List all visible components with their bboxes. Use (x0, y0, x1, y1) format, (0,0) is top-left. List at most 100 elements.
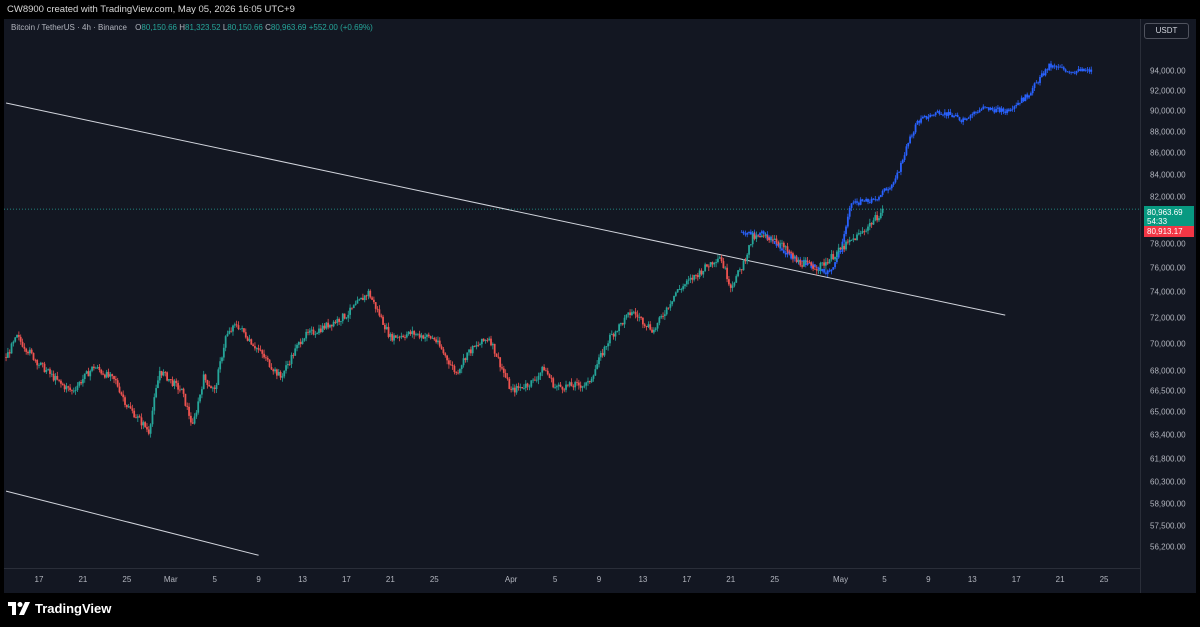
price-candle (576, 382, 578, 383)
price-candle (424, 336, 427, 339)
time-tick-label: 9 (926, 575, 931, 584)
price-candle (261, 350, 264, 354)
projection-candle (964, 118, 966, 120)
price-candle (349, 307, 351, 315)
projection-candle (1002, 108, 1005, 112)
price-candle (706, 264, 708, 267)
price-candle (784, 246, 787, 248)
price-candle (78, 382, 81, 386)
price-candle (775, 238, 778, 242)
price-candle (792, 253, 794, 259)
price-candle (347, 314, 350, 318)
chart-panel: Bitcoin / TetherUS · 4h · Binance O80,15… (4, 19, 1196, 593)
price-candle (179, 389, 181, 391)
price-candle (766, 235, 769, 238)
projection-candle (980, 109, 983, 111)
price-candle (806, 260, 809, 263)
price-candle (248, 339, 251, 341)
price-candle (828, 259, 831, 264)
price-candle (356, 300, 359, 304)
projection-candle (749, 231, 752, 235)
projection-candle (1088, 69, 1091, 72)
price-candle (751, 234, 754, 245)
price-candle (857, 233, 860, 235)
price-candle (693, 274, 696, 280)
time-axis[interactable]: 17 21 25 Mar 5 9 13 17 21 25 Apr 5 9 13 17 21 25 May 5 9 13 1… (4, 568, 1140, 594)
projection-candle (918, 120, 921, 123)
price-candle (504, 372, 507, 378)
time-tick-label: 21 (385, 575, 395, 584)
chart-area[interactable] (4, 19, 1140, 568)
price-candle (755, 235, 758, 239)
price-candle (609, 334, 611, 344)
price-candle (147, 429, 150, 434)
projection-candle (1066, 71, 1069, 73)
price-candle (515, 386, 518, 393)
low-value: 80,150.66 (227, 23, 263, 32)
price-candle (488, 338, 491, 341)
price-candle (413, 330, 416, 335)
price-candle (429, 336, 432, 339)
price-candle (762, 235, 765, 237)
price-candle (438, 340, 441, 347)
price-candle (841, 245, 844, 250)
price-candle (352, 305, 355, 308)
price-candle (358, 299, 361, 301)
price-tick-label: 82,000.00 (1150, 192, 1186, 202)
projection-candle (856, 201, 858, 203)
price-candle (735, 276, 738, 283)
price-candle (475, 345, 478, 347)
price-candle (61, 383, 64, 385)
price-candle (459, 369, 461, 373)
price-candle (565, 384, 567, 390)
price-candle (519, 387, 522, 388)
projection-candle (843, 234, 846, 242)
price-candle (263, 353, 265, 358)
projection-candle (775, 243, 778, 246)
price-candle (843, 245, 846, 250)
price-tick-label: 66,500.00 (1150, 386, 1186, 396)
price-candle (385, 326, 388, 330)
price-candle (524, 383, 527, 389)
price-candle (642, 317, 644, 325)
projection-candle (870, 198, 873, 203)
price-chart[interactable] (4, 19, 1140, 568)
projection-candle (960, 120, 963, 122)
price-candle (868, 223, 871, 227)
projection-candle (896, 172, 899, 179)
price-candle (713, 262, 716, 265)
price-axis[interactable]: 56,200.00 57,500.00 58,900.00 60,300.00 61,8… (1140, 19, 1197, 593)
price-candle (418, 333, 421, 338)
price-candle (329, 324, 331, 328)
price-tick-label: 94,000.00 (1150, 66, 1186, 76)
projection-candle (1006, 109, 1008, 114)
price-candle (614, 331, 617, 337)
projection-candle (1075, 70, 1078, 74)
price-candle (599, 352, 602, 358)
price-candle (72, 390, 75, 392)
projection-candle (748, 231, 750, 233)
price-candle (219, 361, 222, 370)
prev-price-tag: 80,913.17 (1144, 226, 1194, 237)
projection-candle (1018, 102, 1021, 104)
price-candle (460, 365, 463, 370)
price-candle (559, 384, 562, 387)
projection-candle (1064, 69, 1067, 72)
projection-candle (892, 182, 895, 185)
price-candle (17, 335, 20, 337)
price-candle (23, 346, 26, 349)
price-candle (592, 375, 595, 379)
price-candle (217, 369, 220, 385)
projection-candle (954, 114, 957, 117)
price-candle (415, 334, 417, 336)
price-candle (555, 386, 558, 388)
price-candle (451, 364, 454, 367)
price-candle (270, 366, 273, 370)
price-candle (226, 333, 229, 337)
projection-candle (951, 114, 954, 118)
price-candle (825, 262, 827, 266)
projection-candle (883, 188, 886, 191)
trendline-2 (5, 490, 259, 556)
projection-candle (1048, 63, 1051, 70)
price-candle (188, 406, 190, 416)
